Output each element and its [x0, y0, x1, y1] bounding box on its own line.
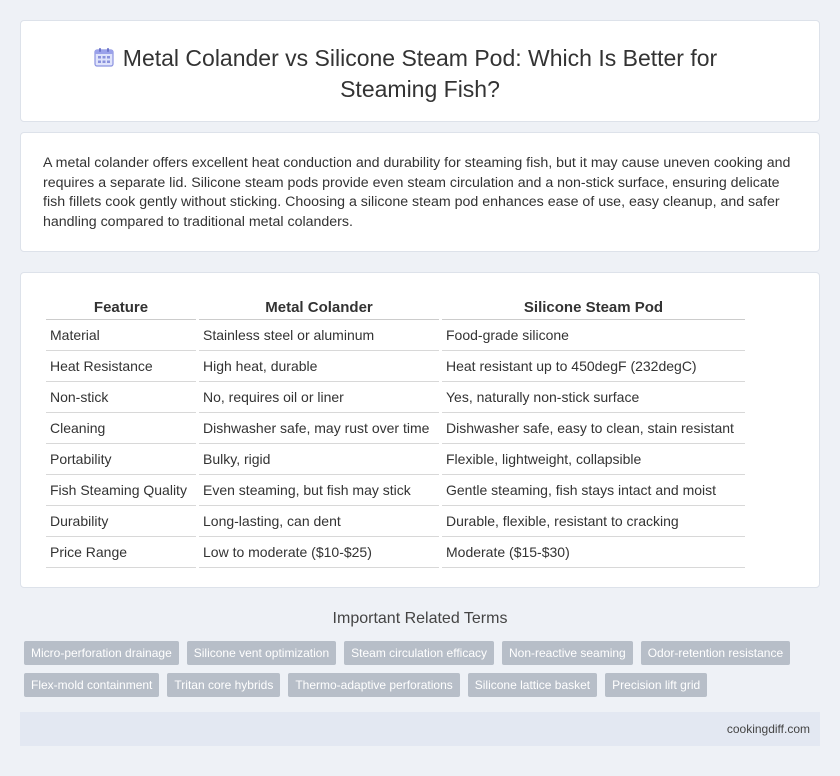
summary-paragraph: A metal colander offers excellent heat c… — [43, 155, 791, 230]
header-silicone-steam-pod: Silicone Steam Pod — [442, 295, 745, 320]
table-row: Non-stick No, requires oil or liner Yes,… — [46, 382, 745, 413]
silicone-cell: Flexible, lightweight, collapsible — [442, 444, 745, 475]
footer: cookingdiff.com — [20, 712, 820, 746]
feature-cell: Portability — [46, 444, 196, 475]
related-tag[interactable]: Precision lift grid — [605, 673, 708, 697]
silicone-cell: Dishwasher safe, easy to clean, stain re… — [442, 413, 745, 444]
related-tag[interactable]: Steam circulation efficacy — [344, 641, 494, 665]
feature-cell: Material — [46, 320, 196, 351]
comparison-table: Feature Metal Colander Silicone Steam Po… — [43, 295, 748, 568]
metal-cell: Low to moderate ($10-$25) — [199, 537, 439, 568]
metal-cell: Even steaming, but fish may stick — [199, 475, 439, 506]
table-header-row: Feature Metal Colander Silicone Steam Po… — [46, 295, 745, 320]
metal-cell: Dishwasher safe, may rust over time — [199, 413, 439, 444]
silicone-cell: Food-grade silicone — [442, 320, 745, 351]
metal-cell: High heat, durable — [199, 351, 439, 382]
summary-card: A metal colander offers excellent heat c… — [20, 132, 820, 252]
related-tag[interactable]: Thermo-adaptive perforations — [288, 673, 460, 697]
related-tag[interactable]: Micro-perforation drainage — [24, 641, 179, 665]
tag-row: Micro-perforation drainage Silicone vent… — [24, 641, 824, 665]
title-card: Metal Colander vs Silicone Steam Pod: Wh… — [20, 20, 820, 122]
silicone-cell: Yes, naturally non-stick surface — [442, 382, 745, 413]
related-tag[interactable]: Flex-mold containment — [24, 673, 160, 697]
table-row: Price Range Low to moderate ($10-$25) Mo… — [46, 537, 745, 568]
silicone-cell: Durable, flexible, resistant to cracking — [442, 506, 745, 537]
related-tag[interactable]: Silicone vent optimization — [186, 641, 337, 665]
table-row: Cleaning Dishwasher safe, may rust over … — [46, 413, 745, 444]
related-terms-title: Important Related Terms — [332, 610, 508, 627]
metal-cell: No, requires oil or liner — [199, 382, 439, 413]
page-title: Metal Colander vs Silicone Steam Pod: Wh… — [122, 45, 718, 102]
related-tag[interactable]: Silicone lattice basket — [467, 673, 598, 697]
footer-site-link[interactable]: cookingdiff.com — [727, 722, 810, 736]
tag-row: Flex-mold containment Tritan core hybrid… — [24, 673, 824, 697]
silicone-cell: Heat resistant up to 450degF (232degC) — [442, 351, 745, 382]
table-row: Heat Resistance High heat, durable Heat … — [46, 351, 745, 382]
related-terms-tags: Micro-perforation drainage Silicone vent… — [24, 641, 824, 705]
related-tag[interactable]: Odor-retention resistance — [640, 641, 791, 665]
feature-cell: Durability — [46, 506, 196, 537]
table-row: Material Stainless steel or aluminum Foo… — [46, 320, 745, 351]
header-feature: Feature — [46, 295, 196, 320]
table-row: Fish Steaming Quality Even steaming, but… — [46, 475, 745, 506]
feature-cell: Non-stick — [46, 382, 196, 413]
metal-cell: Stainless steel or aluminum — [199, 320, 439, 351]
metal-cell: Bulky, rigid — [199, 444, 439, 475]
metal-cell: Long-lasting, can dent — [199, 506, 439, 537]
table-row: Portability Bulky, rigid Flexible, light… — [46, 444, 745, 475]
related-tag[interactable]: Tritan core hybrids — [167, 673, 281, 697]
silicone-cell: Moderate ($15-$30) — [442, 537, 745, 568]
header-metal-colander: Metal Colander — [199, 295, 439, 320]
feature-cell: Cleaning — [46, 413, 196, 444]
table-row: Durability Long-lasting, can dent Durabl… — [46, 506, 745, 537]
feature-cell: Price Range — [46, 537, 196, 568]
silicone-cell: Gentle steaming, fish stays intact and m… — [442, 475, 745, 506]
feature-cell: Heat Resistance — [46, 351, 196, 382]
feature-cell: Fish Steaming Quality — [46, 475, 196, 506]
related-tag[interactable]: Non-reactive seaming — [502, 641, 633, 665]
comparison-card: Feature Metal Colander Silicone Steam Po… — [20, 272, 820, 588]
